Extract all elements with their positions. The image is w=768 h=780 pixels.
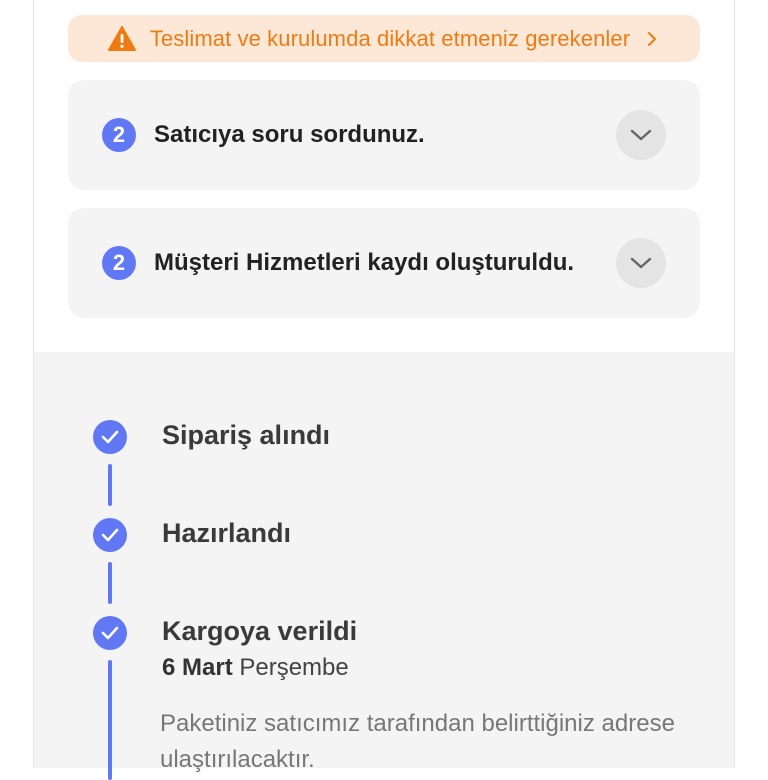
expand-button[interactable] — [616, 110, 666, 160]
timeline-connector — [108, 562, 112, 604]
card-title: Satıcıya soru sordunuz. — [154, 121, 425, 148]
seller-question-card[interactable]: 2 Satıcıya soru sordunuz. — [68, 80, 700, 190]
delivery-warning-banner[interactable]: Teslimat ve kurulumda dikkat etmeniz ger… — [68, 15, 700, 62]
step-date: 6 Mart Perşembe — [162, 654, 349, 682]
warning-triangle-icon — [107, 25, 136, 52]
check-icon — [93, 518, 127, 552]
step-title: Sipariş alındı — [162, 420, 331, 450]
count-badge: 2 — [102, 118, 136, 152]
card-title: Müşteri Hizmetleri kaydı oluşturuldu. — [154, 249, 575, 276]
step-date-day: 6 Mart — [162, 654, 233, 681]
expand-button[interactable] — [616, 238, 666, 288]
chevron-down-icon — [630, 129, 652, 141]
step-description: Paketiniz satıcımız tarafından belirttiğ… — [160, 710, 675, 773]
customer-service-card[interactable]: 2 Müşteri Hizmetleri kaydı oluşturuldu. — [68, 208, 700, 318]
chevron-down-icon — [630, 257, 652, 269]
count-badge: 2 — [102, 246, 136, 280]
check-icon — [93, 420, 127, 454]
step-date-weekday: Perşembe — [239, 654, 349, 681]
step-title: Hazırlandı — [162, 518, 292, 548]
check-icon — [93, 616, 127, 650]
step-title: Kargoya verildi — [162, 616, 358, 646]
timeline-connector — [108, 660, 112, 780]
order-timeline: Sipariş alındı Hazırlandı Kargoya verild… — [34, 352, 734, 780]
chevron-right-icon — [644, 29, 660, 49]
timeline-connector — [108, 464, 112, 506]
warning-text: Teslimat ve kurulumda dikkat etmeniz ger… — [149, 25, 631, 51]
